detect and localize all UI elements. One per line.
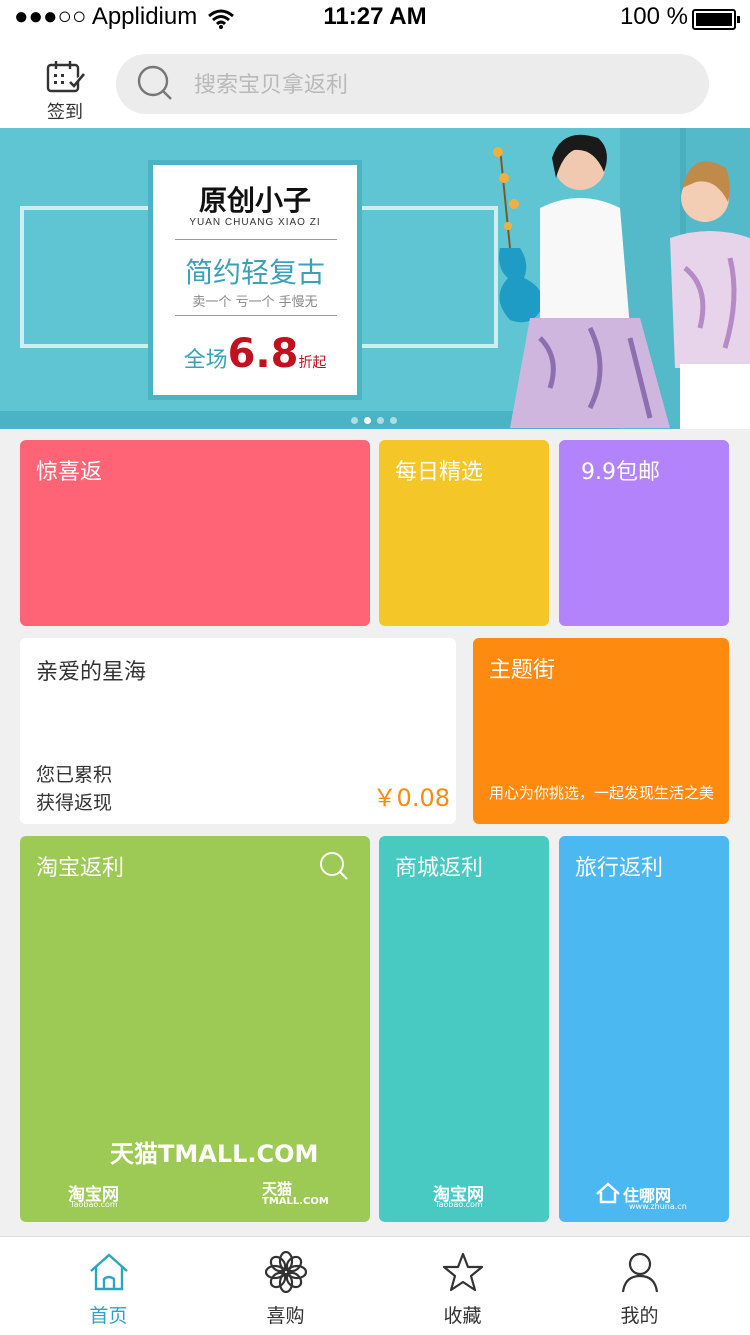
tab-bar: 首页 喜购 收藏 我的 bbox=[0, 1236, 750, 1335]
signin-label: 签到 bbox=[47, 102, 83, 123]
tile-taobao-rebate[interactable]: 淘宝返利 天猫TMALL.COM 淘宝网 Taobao.com 天猫 TMALL… bbox=[20, 836, 370, 1222]
tile-description: 用心为你挑选，一起发现生活之美 bbox=[489, 784, 715, 802]
battery-percent: 100 % bbox=[619, 3, 688, 30]
flower-icon bbox=[265, 1251, 307, 1293]
tile-free-shipping[interactable]: 9.9包邮 bbox=[559, 440, 729, 626]
brand-english: YUAN CHUANG XIAO ZI bbox=[189, 217, 321, 228]
carousel-dot[interactable] bbox=[364, 417, 371, 424]
house-logo-icon bbox=[596, 1182, 620, 1204]
search-bar[interactable] bbox=[116, 54, 709, 116]
promo-value: 6.8 bbox=[227, 331, 299, 377]
promo-prefix: 全场 bbox=[183, 348, 228, 373]
tile-daily-picks[interactable]: 每日精选 bbox=[379, 440, 549, 626]
search-input[interactable] bbox=[192, 54, 686, 116]
home-icon bbox=[90, 1253, 128, 1291]
search-icon bbox=[137, 65, 172, 100]
tab-label: 首页 bbox=[89, 1305, 128, 1327]
models-photo bbox=[493, 128, 750, 429]
tile-mall-rebate[interactable]: 商城返利 淘宝网 Taobao.com bbox=[379, 836, 549, 1222]
banner-subtitle: 卖一个 亏一个 手慢无 bbox=[192, 295, 318, 310]
tile-label: 9.9包邮 bbox=[581, 460, 660, 485]
tile-label: 淘宝返利 bbox=[36, 856, 125, 881]
cashback-amount: ￥0.08 bbox=[372, 784, 450, 812]
carousel-dot[interactable] bbox=[351, 417, 358, 424]
divider bbox=[175, 239, 337, 240]
taobao-logo-sub: Taobao.com bbox=[435, 1200, 483, 1209]
brand-card: 原创小子 YUAN CHUANG XIAO ZI 简约轻复古 卖一个 亏一个 手… bbox=[148, 160, 362, 400]
banner-promo: 全场6.8折起 bbox=[153, 331, 357, 377]
accumulated-label-line1: 您已累积 bbox=[36, 764, 113, 786]
tile-travel-rebate[interactable]: 旅行返利 住哪网 www.zhuna.cn bbox=[559, 836, 729, 1222]
banner-slogan: 简约轻复古 bbox=[184, 256, 325, 289]
status-bar: ●●●○○ Applidium 11:27 AM 100 % bbox=[0, 0, 750, 40]
tile-label: 商城返利 bbox=[395, 856, 484, 881]
tile-label: 主题街 bbox=[489, 658, 556, 683]
tmall-logo: 天猫TMALL.COM bbox=[110, 1140, 319, 1168]
user-cashback-card[interactable]: 亲爱的星海 您已累积 获得返现 ￥0.08 bbox=[20, 638, 456, 824]
battery-icon bbox=[692, 9, 740, 30]
taobao-logo-sub: Taobao.com bbox=[70, 1200, 118, 1209]
star-icon bbox=[442, 1252, 484, 1292]
tile-label: 惊喜返 bbox=[36, 460, 103, 485]
tile-theme-street[interactable]: 主题街 用心为你挑选，一起发现生活之美 bbox=[473, 638, 729, 824]
tab-label: 我的 bbox=[620, 1305, 659, 1327]
tile-label: 每日精选 bbox=[395, 460, 484, 485]
divider bbox=[175, 315, 337, 316]
tile-surprise-rebate[interactable]: 惊喜返 bbox=[20, 440, 370, 626]
carousel-dot[interactable] bbox=[377, 417, 384, 424]
tmall-small-logo-sub: TMALL.COM bbox=[262, 1196, 329, 1207]
tab-home[interactable]: 首页 bbox=[15, 1237, 202, 1335]
tile-label: 旅行返利 bbox=[575, 856, 664, 881]
user-icon bbox=[621, 1252, 659, 1293]
accumulated-label-line2: 获得返现 bbox=[36, 792, 113, 814]
user-greeting: 亲爱的星海 bbox=[36, 660, 147, 685]
tab-me[interactable]: 我的 bbox=[546, 1237, 733, 1335]
header: 签到 bbox=[0, 40, 750, 128]
tab-label: 收藏 bbox=[443, 1305, 482, 1327]
promo-banner[interactable]: 原创小子 YUAN CHUANG XIAO ZI 简约轻复古 卖一个 亏一个 手… bbox=[0, 128, 750, 429]
carousel-dot[interactable] bbox=[390, 417, 397, 424]
carousel-dots[interactable] bbox=[348, 409, 400, 428]
tab-shop[interactable]: 喜购 bbox=[192, 1237, 379, 1335]
zhuna-logo-sub: www.zhuna.cn bbox=[629, 1202, 687, 1211]
calendar-check-icon bbox=[46, 61, 85, 93]
tab-favorites[interactable]: 收藏 bbox=[369, 1237, 556, 1335]
promo-suffix: 折起 bbox=[298, 355, 327, 371]
brand-logo: 原创小子 bbox=[198, 184, 311, 217]
search-icon[interactable] bbox=[318, 850, 352, 884]
tab-label: 喜购 bbox=[266, 1305, 305, 1327]
